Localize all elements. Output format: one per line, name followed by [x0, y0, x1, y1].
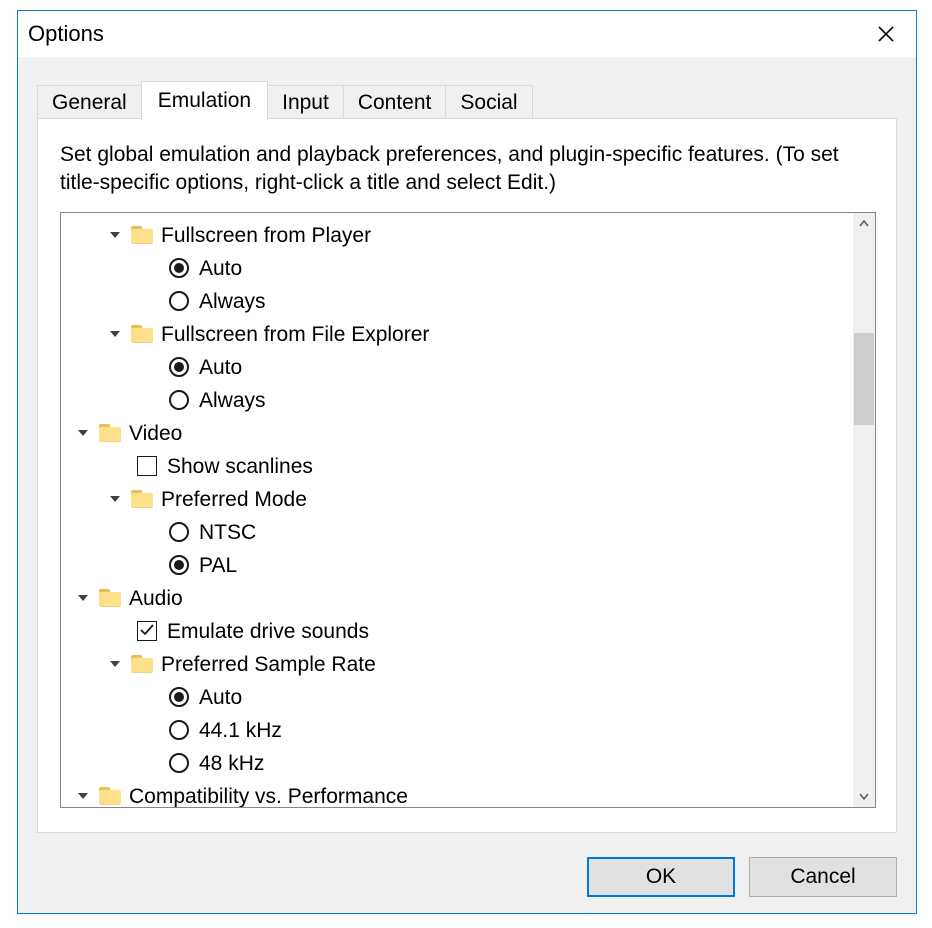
tabstrip: General Emulation Input Content Social [37, 79, 532, 119]
checkbox-icon [137, 456, 157, 476]
node-label: Audio [129, 588, 183, 609]
cancel-button[interactable]: Cancel [749, 857, 897, 897]
radio-sr-auto[interactable]: Auto [61, 681, 853, 714]
chevron-down-icon [858, 790, 870, 802]
option-label: PAL [199, 555, 237, 576]
option-label: Auto [199, 258, 242, 279]
option-label: Auto [199, 687, 242, 708]
option-label: 44.1 kHz [199, 720, 282, 741]
option-label: Emulate drive sounds [167, 621, 369, 642]
option-label: Auto [199, 357, 242, 378]
option-label: Always [199, 291, 266, 312]
node-label: Preferred Mode [161, 489, 307, 510]
radio-icon [169, 555, 189, 575]
node-label: Video [129, 423, 182, 444]
node-label: Fullscreen from Player [161, 225, 371, 246]
option-label: 48 kHz [199, 753, 264, 774]
folder-icon [131, 655, 153, 673]
scroll-down-button[interactable] [853, 785, 875, 807]
chevron-down-icon [73, 588, 93, 608]
scroll-thumb[interactable] [854, 333, 874, 425]
option-label: NTSC [199, 522, 256, 543]
radio-icon [169, 753, 189, 773]
tab-emulation[interactable]: Emulation [141, 81, 268, 120]
folder-icon [99, 589, 121, 607]
node-fullscreen-from-player[interactable]: Fullscreen from Player [61, 219, 853, 252]
options-dialog: Options General Emulation Input Content … [17, 10, 917, 914]
node-preferred-mode[interactable]: Preferred Mode [61, 483, 853, 516]
radio-icon [169, 291, 189, 311]
radio-icon [169, 522, 189, 542]
radio-icon [169, 720, 189, 740]
dialog-footer: OK Cancel [587, 857, 897, 897]
chevron-down-icon [105, 654, 125, 674]
radio-mode-pal[interactable]: PAL [61, 549, 853, 582]
node-label: Compatibility vs. Performance [129, 786, 408, 807]
radio-icon [169, 357, 189, 377]
client-area: General Emulation Input Content Social S… [18, 57, 916, 913]
checkbox-icon [137, 621, 157, 641]
chevron-up-icon [858, 218, 870, 230]
settings-tree[interactable]: Fullscreen from Player Auto Always [61, 213, 853, 807]
tab-panel-emulation: Set global emulation and playback prefer… [37, 118, 897, 833]
radio-fsp-auto[interactable]: Auto [61, 252, 853, 285]
tab-social[interactable]: Social [445, 85, 532, 119]
node-preferred-sample-rate[interactable]: Preferred Sample Rate [61, 648, 853, 681]
folder-icon [131, 490, 153, 508]
radio-sr-44[interactable]: 44.1 kHz [61, 714, 853, 747]
radio-fse-auto[interactable]: Auto [61, 351, 853, 384]
window-title: Options [28, 21, 104, 47]
tab-content[interactable]: Content [343, 85, 447, 119]
radio-fse-always[interactable]: Always [61, 384, 853, 417]
node-video[interactable]: Video [61, 417, 853, 450]
settings-tree-container: Fullscreen from Player Auto Always [60, 212, 876, 808]
folder-icon [131, 325, 153, 343]
folder-icon [131, 226, 153, 244]
scroll-up-button[interactable] [853, 213, 875, 235]
checkbox-show-scanlines[interactable]: Show scanlines [61, 450, 853, 483]
radio-fsp-always[interactable]: Always [61, 285, 853, 318]
radio-icon [169, 258, 189, 278]
ok-button[interactable]: OK [587, 857, 735, 897]
node-fullscreen-from-file-explorer[interactable]: Fullscreen from File Explorer [61, 318, 853, 351]
chevron-down-icon [105, 324, 125, 344]
tab-general[interactable]: General [37, 85, 142, 119]
node-label: Fullscreen from File Explorer [161, 324, 429, 345]
chevron-down-icon [73, 423, 93, 443]
radio-mode-ntsc[interactable]: NTSC [61, 516, 853, 549]
tab-input[interactable]: Input [267, 85, 344, 119]
chevron-down-icon [105, 225, 125, 245]
node-audio[interactable]: Audio [61, 582, 853, 615]
intro-text: Set global emulation and playback prefer… [60, 141, 870, 198]
close-button[interactable] [864, 17, 908, 51]
close-icon [877, 25, 895, 43]
node-label: Preferred Sample Rate [161, 654, 376, 675]
option-label: Show scanlines [167, 456, 313, 477]
chevron-down-icon [105, 489, 125, 509]
checkbox-emulate-drive-sounds[interactable]: Emulate drive sounds [61, 615, 853, 648]
chevron-down-icon [73, 786, 93, 806]
option-label: Always [199, 390, 266, 411]
folder-icon [99, 424, 121, 442]
radio-icon [169, 390, 189, 410]
node-compat-vs-performance[interactable]: Compatibility vs. Performance [61, 780, 853, 807]
radio-sr-48[interactable]: 48 kHz [61, 747, 853, 780]
radio-icon [169, 687, 189, 707]
titlebar: Options [18, 11, 916, 57]
vertical-scrollbar[interactable] [853, 213, 875, 807]
folder-icon [99, 787, 121, 805]
